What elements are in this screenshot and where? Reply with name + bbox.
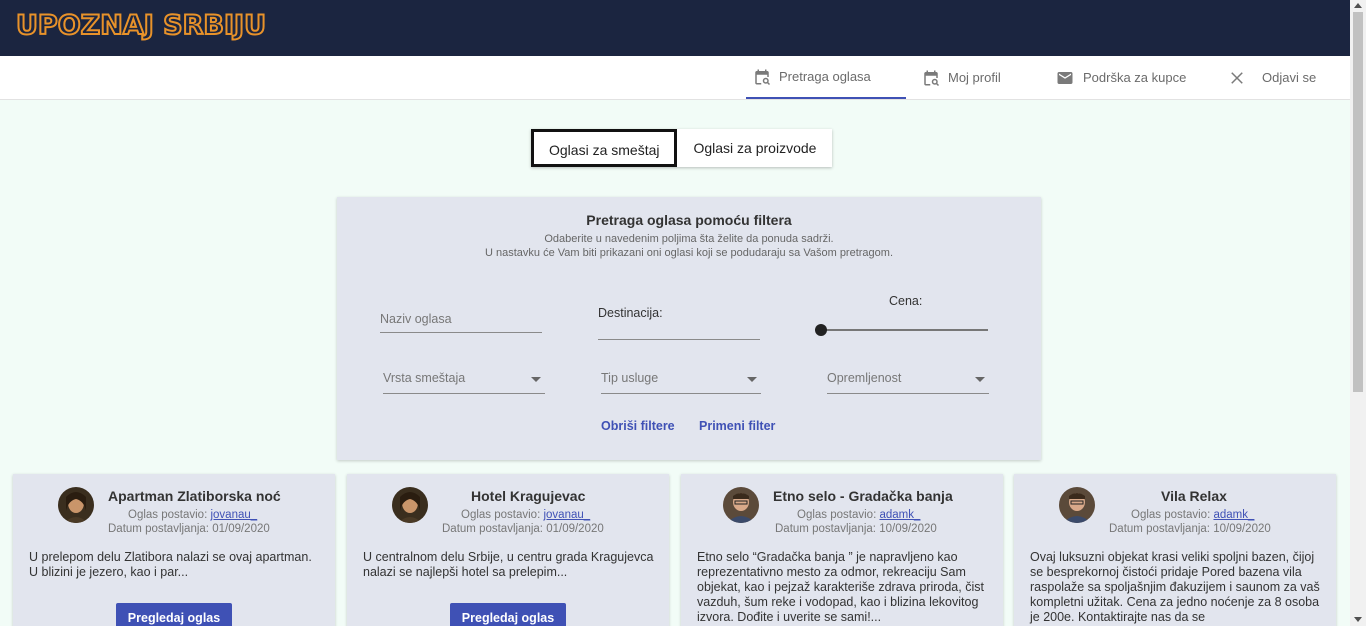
- price-slider-thumb[interactable]: [815, 324, 827, 336]
- card-title: Apartman Zlatiborska noć: [108, 488, 281, 504]
- view-ad-button[interactable]: Pregledaj oglas: [450, 603, 566, 626]
- destination-label: Destinacija:: [598, 306, 663, 320]
- listing-card: Vila Relax Oglas postavio: adamk_ Datum …: [1014, 474, 1336, 626]
- filter-title: Pretraga oglasa pomoću filtera: [586, 212, 792, 228]
- nav-label: Odjavi se: [1262, 70, 1317, 85]
- mail-icon: [1057, 71, 1073, 84]
- apply-filter-button[interactable]: Primeni filter: [699, 419, 775, 433]
- page-scrollbar[interactable]: [1350, 0, 1366, 626]
- author-link[interactable]: adamk_: [1213, 509, 1254, 521]
- card-date-line: Datum postavljanja: 10/09/2020: [775, 523, 937, 535]
- scroll-down-arrow-icon[interactable]: [1354, 617, 1362, 622]
- card-date-line: Datum postavljanja: 01/09/2020: [108, 523, 270, 535]
- scrollbar-thumb[interactable]: [1353, 12, 1363, 392]
- avatar: [58, 487, 94, 523]
- toggle-accommodation-ads[interactable]: Oglasi za smeštaj: [531, 129, 678, 167]
- filter-panel: Pretraga oglasa pomoću filtera Odaberite…: [337, 197, 1041, 460]
- chevron-down-icon: [531, 377, 541, 382]
- card-author-line: Oglas postavio: jovanau_: [461, 509, 591, 521]
- card-description: Ovaj luksuzni objekat krasi veliki spolj…: [1030, 550, 1320, 624]
- author-link[interactable]: jovanau_: [210, 509, 257, 521]
- card-author-line: Oglas postavio: jovanau_: [128, 509, 258, 521]
- card-author-line: Oglas postavio: adamk_: [1131, 509, 1255, 521]
- nav-item-odjavi-se[interactable]: Odjavi se: [1228, 56, 1316, 99]
- nav-item-podrska-za-kupce[interactable]: Podrška za kupce: [1055, 56, 1186, 99]
- filter-subtitle-line1: Odaberite u navedenim poljima šta želite…: [544, 233, 834, 245]
- card-description: U centralnom delu Srbije, u centru grada…: [363, 550, 654, 579]
- service-type-placeholder: Tip usluge: [601, 371, 659, 385]
- calendar-search-icon: [755, 69, 771, 85]
- card-description: Etno selo “Gradačka banja ” je napravlje…: [697, 550, 984, 624]
- chevron-down-icon: [747, 377, 757, 382]
- card-description: U prelepom delu Zlatibora nalazi se ovaj…: [29, 550, 312, 579]
- price-label: Cena:: [889, 294, 923, 308]
- close-icon: [1231, 71, 1243, 84]
- card-title: Etno selo - Gradačka banja: [773, 488, 953, 504]
- view-ad-button[interactable]: Pregledaj oglas: [116, 603, 232, 626]
- author-link[interactable]: adamk_: [879, 509, 920, 521]
- nav-item-moj-profil[interactable]: Moj profil: [922, 56, 1001, 99]
- filter-subtitle-line2: U nastavku će Vam biti prikazani oni ogl…: [484, 247, 894, 259]
- top-header: UPOZNAJ SRBIJU: [0, 0, 1350, 56]
- avatar: [392, 487, 428, 523]
- nav-item-pretraga-oglasa[interactable]: Pretraga oglasa: [746, 56, 906, 99]
- author-link[interactable]: jovanau_: [543, 509, 590, 521]
- destination-input[interactable]: [598, 324, 760, 340]
- card-title: Vila Relax: [1161, 488, 1227, 504]
- price-slider-track[interactable]: [820, 329, 988, 331]
- listing-card: Hotel Kragujevac Oglas postavio: jovanau…: [347, 474, 669, 626]
- listing-card: Apartman Zlatiborska noć Oglas postavio:…: [13, 474, 335, 626]
- toggle-product-ads[interactable]: Oglasi za proizvode: [677, 129, 833, 167]
- listing-card: Etno selo - Gradačka banja Oglas postavi…: [681, 474, 1003, 626]
- avatar: [1059, 487, 1095, 523]
- calendar-search-icon: [924, 70, 940, 86]
- ad-name-placeholder: Naziv oglasa: [380, 312, 452, 326]
- avatar: [723, 487, 759, 523]
- scroll-up-arrow-icon[interactable]: [1354, 3, 1362, 8]
- app-logo[interactable]: UPOZNAJ SRBIJU: [15, 9, 267, 42]
- main-nav: Pretraga oglasa Moj profil Podrška za ku…: [0, 56, 1350, 100]
- accommodation-type-select[interactable]: Vrsta smeštaja: [383, 371, 545, 394]
- card-date-line: Datum postavljanja: 10/09/2020: [1109, 523, 1271, 535]
- ad-name-input[interactable]: Naziv oglasa: [380, 312, 542, 333]
- equipment-select[interactable]: Opremljenost: [827, 371, 989, 394]
- clear-filters-button[interactable]: Obriši filtere: [601, 419, 675, 433]
- service-type-select[interactable]: Tip usluge: [601, 371, 761, 394]
- accommodation-type-placeholder: Vrsta smeštaja: [383, 371, 466, 385]
- nav-label: Podrška za kupce: [1083, 70, 1187, 85]
- card-date-line: Datum postavljanja: 01/09/2020: [442, 523, 604, 535]
- listing-type-toggle: Oglasi za smeštaj Oglasi za proizvode: [531, 129, 833, 167]
- nav-label: Pretraga oglasa: [779, 69, 871, 84]
- nav-label: Moj profil: [948, 70, 1001, 85]
- equipment-placeholder: Opremljenost: [827, 371, 902, 385]
- chevron-down-icon: [975, 377, 985, 382]
- card-title: Hotel Kragujevac: [471, 488, 586, 504]
- card-author-line: Oglas postavio: adamk_: [797, 509, 921, 521]
